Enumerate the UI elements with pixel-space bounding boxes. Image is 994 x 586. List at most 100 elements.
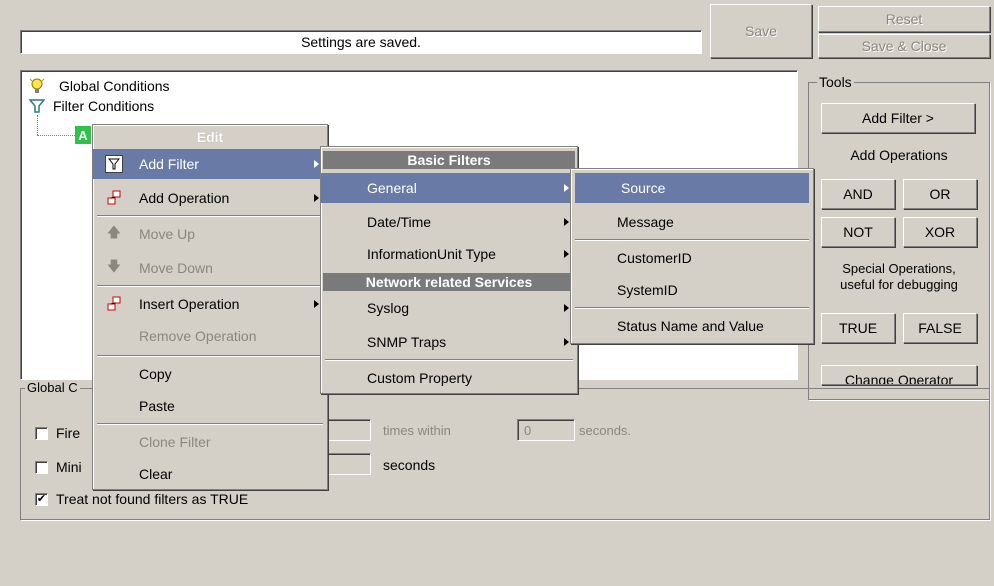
menu-item-label: CustomerID	[617, 250, 692, 266]
menu-item-label: Copy	[139, 366, 172, 382]
operation-icon	[105, 189, 123, 207]
tools-group: Tools Add Filter > Add Operations AND OR…	[808, 74, 990, 400]
menu-item-copy[interactable]: Copy	[93, 359, 327, 389]
menu-item-clone-filter[interactable]: Clone Filter	[93, 427, 327, 457]
status-bar: Settings are saved.	[20, 30, 702, 54]
menu-item-label: Clone Filter	[139, 434, 211, 450]
not-button-label: NOT	[843, 224, 873, 240]
add-filter-button-label: Add Filter >	[862, 110, 934, 126]
save-button-label: Save	[745, 23, 777, 39]
false-button[interactable]: FALSE	[903, 313, 977, 343]
add-filter-button[interactable]: Add Filter >	[821, 103, 975, 133]
menu-item-status-name-value[interactable]: Status Name and Value	[571, 311, 813, 341]
submenu-arrow-icon	[564, 250, 569, 258]
filters-submenu: Basic Filters General Date/Time Informat…	[320, 146, 578, 394]
xor-button[interactable]: XOR	[903, 217, 977, 247]
tools-title: Tools	[817, 74, 854, 90]
special-operations-label: Special Operations,	[842, 261, 956, 276]
save-button[interactable]: Save	[710, 4, 812, 58]
menu-item-label: Add Operation	[139, 190, 230, 206]
menu-item-label: SystemID	[617, 282, 678, 298]
fire-checkbox[interactable]	[35, 426, 48, 440]
times-within-label: times within	[383, 423, 451, 438]
menu-item-message[interactable]: Message	[571, 207, 813, 237]
submenu-arrow-icon	[314, 194, 319, 202]
mini-option[interactable]: Mini	[35, 459, 82, 475]
menu-separator	[97, 285, 323, 287]
menu-item-add-operation[interactable]: Add Operation	[93, 183, 327, 213]
mini-seconds-field[interactable]	[321, 453, 371, 475]
general-submenu: Source Message CustomerID SystemID Statu…	[570, 168, 814, 344]
menu-item-label: Custom Property	[367, 370, 473, 386]
menu-item-remove-operation[interactable]: Remove Operation	[93, 321, 327, 351]
menu-separator	[325, 359, 573, 361]
change-operator-button[interactable]: Change Operator	[821, 365, 977, 385]
menu-item-datetime[interactable]: Date/Time	[321, 207, 577, 237]
submenu-arrow-icon	[564, 304, 569, 312]
true-button-label: TRUE	[838, 320, 878, 336]
treat-checkbox[interactable]: ✔	[35, 492, 48, 506]
seconds-label: seconds.	[579, 423, 632, 438]
menu-separator	[97, 355, 323, 357]
menu-separator	[575, 239, 809, 241]
mini-label: Mini	[56, 459, 82, 475]
menu-item-move-down[interactable]: 🡇 Move Down	[93, 253, 327, 283]
menu-item-label: Add Filter	[139, 156, 199, 172]
not-button[interactable]: NOT	[821, 217, 895, 247]
tree-item-global-conditions[interactable]: Global Conditions	[29, 77, 170, 95]
menu-item-source[interactable]: Source	[575, 173, 809, 203]
basic-filters-header: Basic Filters	[323, 151, 575, 169]
menu-item-label: Date/Time	[367, 214, 432, 230]
menu-item-label: Move Up	[139, 226, 196, 242]
menu-item-label: Syslog	[367, 300, 410, 316]
menu-item-customerid[interactable]: CustomerID	[571, 243, 813, 273]
context-menu-header-label: Edit	[196, 129, 224, 145]
menu-item-label: Status Name and Value	[617, 318, 764, 334]
submenu-arrow-icon	[564, 338, 569, 346]
menu-item-label: Message	[617, 214, 674, 230]
menu-item-insert-operation[interactable]: Insert Operation	[93, 289, 327, 319]
tree-item-filter-conditions[interactable]: Filter Conditions	[29, 97, 154, 115]
and-button[interactable]: AND	[821, 179, 895, 209]
menu-separator	[97, 215, 323, 217]
menu-item-paste[interactable]: Paste	[93, 391, 327, 421]
menu-item-add-filter[interactable]: Add Filter	[93, 149, 327, 179]
reset-button-label: Reset	[885, 11, 923, 27]
mini-checkbox[interactable]	[35, 460, 48, 474]
context-menu-header: Edit	[95, 127, 325, 147]
tree-item-selected[interactable]: A	[75, 126, 91, 144]
treat-option[interactable]: ✔ Treat not found filters as TRUE	[35, 491, 248, 507]
save-close-button-label: Save & Close	[861, 38, 947, 54]
menu-item-systemid[interactable]: SystemID	[571, 275, 813, 305]
funnel-icon	[29, 99, 45, 113]
menu-item-label: Clear	[139, 466, 173, 482]
menu-item-move-up[interactable]: 🡅 Move Up	[93, 219, 327, 249]
change-operator-button-label: Change Operator	[844, 372, 954, 385]
funnel-icon	[105, 155, 123, 173]
menu-item-snmp-traps[interactable]: SNMP Traps	[321, 327, 577, 357]
menu-item-syslog[interactable]: Syslog	[321, 293, 577, 323]
menu-separator	[97, 423, 323, 425]
fire-option[interactable]: Fire	[35, 425, 80, 441]
save-close-button[interactable]: Save & Close	[818, 34, 990, 58]
menu-item-clear[interactable]: Clear	[93, 459, 327, 489]
menu-separator	[575, 307, 809, 309]
or-button-label: OR	[929, 186, 951, 202]
or-button[interactable]: OR	[903, 179, 977, 209]
fire-count-field[interactable]	[321, 419, 371, 441]
menu-item-label: Paste	[139, 398, 175, 414]
and-button-label: AND	[843, 186, 873, 202]
add-operations-label: Add Operations	[850, 147, 948, 163]
reset-button[interactable]: Reset	[818, 6, 990, 32]
menu-item-custom-property[interactable]: Custom Property	[321, 363, 577, 393]
menu-item-informationunit-type[interactable]: InformationUnit Type	[321, 239, 577, 269]
true-button[interactable]: TRUE	[821, 313, 895, 343]
menu-item-general[interactable]: General	[321, 173, 577, 203]
seconds-field[interactable]: 0	[517, 419, 575, 441]
seconds2-label: seconds	[383, 457, 436, 473]
submenu-arrow-icon	[314, 300, 319, 308]
network-services-header-label: Network related Services	[365, 274, 533, 290]
submenu-arrow-icon	[564, 184, 569, 192]
tree-item-label: A	[78, 127, 88, 143]
menu-item-label: SNMP Traps	[367, 334, 447, 350]
